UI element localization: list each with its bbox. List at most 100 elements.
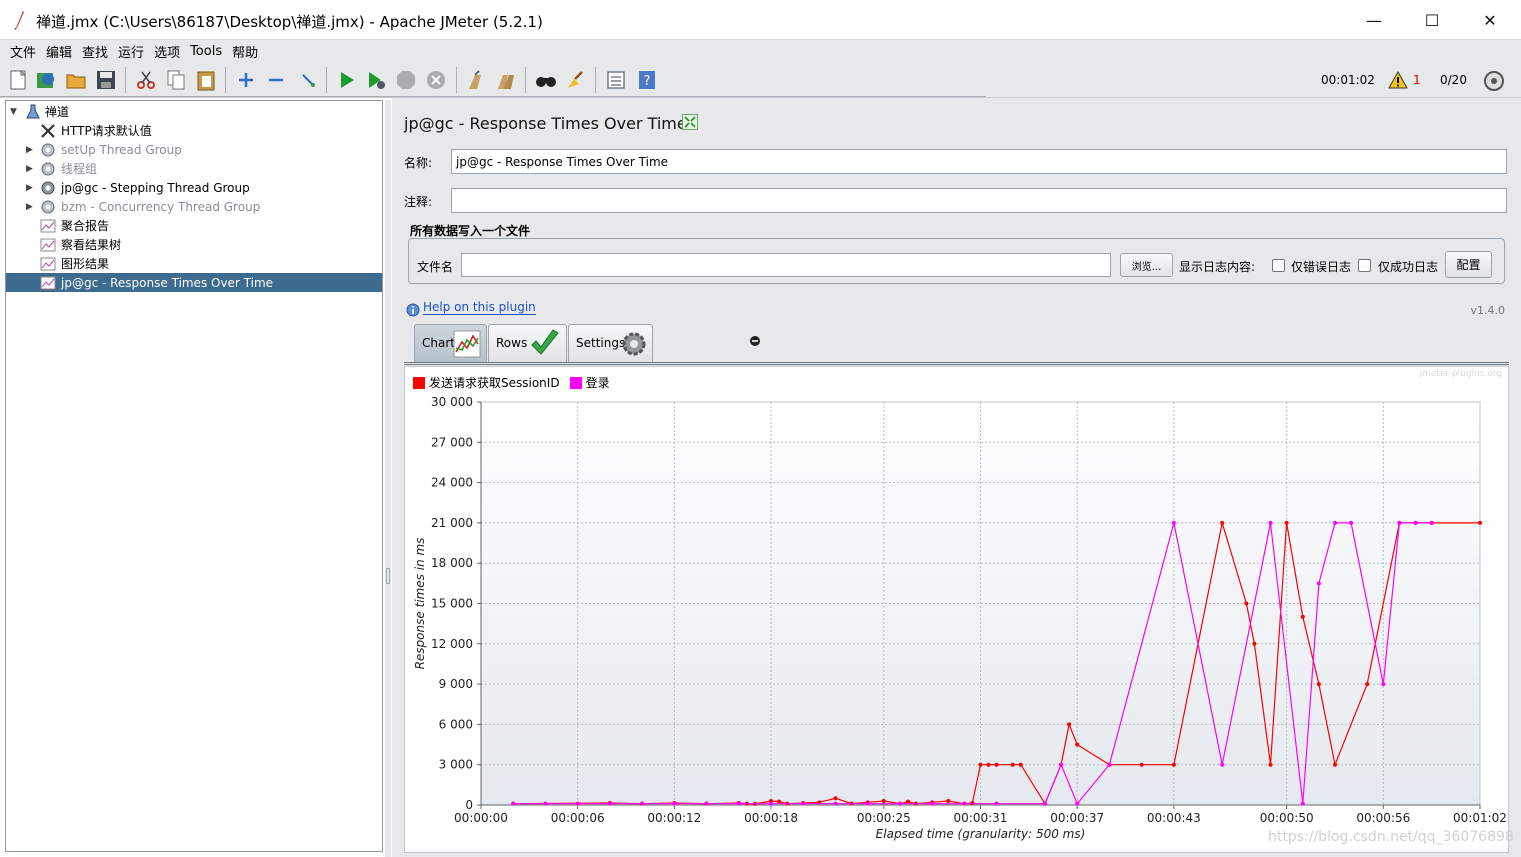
data-point-1 (769, 801, 774, 806)
data-point-0 (1300, 614, 1305, 619)
panel-splitter[interactable] (385, 100, 391, 857)
collapse-arrow-icon[interactable]: ▶ (26, 164, 33, 174)
clear-all-icon[interactable] (495, 69, 517, 91)
tree-item-thread-group[interactable]: ▶ 线程组 (6, 159, 382, 178)
tree-item-concurrency-thread-group[interactable]: ▶ bzm - Concurrency Thread Group (6, 197, 382, 216)
paste-icon[interactable] (195, 69, 217, 91)
tree-item-http-defaults[interactable]: HTTP请求默认值 (6, 121, 382, 140)
name-input[interactable]: jp@gc - Response Times Over Time (451, 149, 1507, 174)
data-point-0 (1284, 520, 1289, 525)
x-tick-label: 00:00:12 (647, 811, 701, 825)
chart-tab-icon (453, 330, 481, 358)
cut-icon[interactable] (135, 69, 157, 91)
gear-icon (41, 181, 55, 194)
y-tick-label: 9 000 (439, 677, 473, 691)
splitter-grip[interactable] (386, 568, 390, 584)
data-point-1 (640, 801, 645, 806)
close-button[interactable]: ✕ (1461, 0, 1519, 40)
y-tick-label: 0 (465, 798, 473, 812)
start-no-pauses-icon[interactable] (365, 69, 387, 91)
toolbar-separator (595, 67, 596, 93)
success-only-checkbox[interactable] (1358, 259, 1371, 272)
expand-all-icon[interactable] (235, 69, 257, 91)
data-point-0 (1067, 722, 1072, 727)
menu-file[interactable]: 文件 (10, 42, 36, 61)
tree-item-test-plan[interactable]: ▼ 禅道 (6, 102, 382, 121)
data-point-1 (1381, 682, 1386, 687)
data-point-0 (1010, 762, 1015, 767)
configure-button[interactable]: 配置 (1445, 251, 1492, 278)
tree-item-aggregate-report[interactable]: 聚合报告 (6, 216, 382, 235)
tree-item-stepping-thread-group[interactable]: ▶ jp@gc - Stepping Thread Group (6, 178, 382, 197)
data-point-1 (865, 801, 870, 806)
search-binoculars-icon[interactable] (535, 69, 557, 91)
help-plugin-link[interactable]: Help on this plugin (423, 300, 536, 315)
tab-chart[interactable]: Chart (414, 324, 487, 362)
tree-item-graph-results[interactable]: 图形结果 (6, 254, 382, 273)
file-group-title: 所有数据写入一个文件 (410, 224, 531, 238)
x-tick-label: 00:00:50 (1260, 811, 1314, 825)
data-point-1 (543, 801, 548, 806)
chart-canvas: 0 3 000 6 000 9 000 12 000 15 000 18 000 21 000… (413, 395, 1507, 841)
toolbar-separator (326, 67, 327, 93)
y-tick-label: 3 000 (439, 758, 473, 772)
warning-icon[interactable] (1388, 71, 1408, 89)
errors-only-checkbox[interactable] (1272, 259, 1285, 272)
tab-settings[interactable]: Settings (568, 324, 653, 362)
reset-search-icon[interactable] (565, 69, 587, 91)
tree-item-response-times-over-time[interactable]: jp@gc - Response Times Over Time (6, 273, 382, 292)
menu-search[interactable]: 查找 (82, 42, 108, 61)
page-watermark: https://blog.csdn.net/qq_36076898 (1268, 829, 1514, 845)
run-status-icon (1484, 71, 1504, 91)
y-tick-label: 21 000 (431, 516, 473, 530)
shutdown-icon[interactable] (425, 69, 447, 91)
function-helper-icon[interactable] (605, 69, 627, 91)
menu-run[interactable]: 运行 (118, 42, 144, 61)
browse-button[interactable]: 浏览... (1120, 253, 1173, 277)
save-icon[interactable] (95, 69, 117, 91)
window-title-bar: 禅道.jmx (C:\Users\86187\Desktop\禅道.jmx) -… (0, 0, 1521, 40)
clear-icon[interactable] (465, 69, 487, 91)
x-tick-label: 00:00:37 (1050, 811, 1104, 825)
collapse-arrow-icon[interactable]: ▶ (26, 183, 33, 193)
data-point-1 (962, 801, 967, 806)
tree-item-setup-thread-group[interactable]: ▶ setUp Thread Group (6, 140, 382, 159)
collapse-all-icon[interactable] (265, 69, 287, 91)
open-folder-icon[interactable] (65, 69, 87, 91)
filename-input[interactable] (461, 253, 1111, 277)
menu-edit[interactable]: 编辑 (46, 42, 72, 61)
templates-icon[interactable] (35, 69, 57, 91)
jmeter-feather-icon (14, 11, 24, 30)
new-file-icon[interactable] (7, 69, 29, 91)
toggle-icon[interactable] (297, 69, 319, 91)
menu-tools[interactable]: Tools (190, 44, 222, 59)
maximize-button[interactable]: ☐ (1403, 0, 1461, 40)
y-tick-label: 24 000 (431, 476, 473, 490)
menu-options[interactable]: 选项 (154, 42, 180, 61)
menu-help[interactable]: 帮助 (232, 42, 258, 61)
tree-item-view-results-tree[interactable]: 察看结果树 (6, 235, 382, 254)
comment-input[interactable] (451, 188, 1507, 213)
listener-icon (40, 219, 56, 232)
maximize-chart-icon[interactable] (682, 114, 698, 130)
data-point-0 (1171, 762, 1176, 767)
element-config-panel: jp@gc - Response Times Over Time 名称: jp@… (392, 98, 1521, 857)
minimize-button[interactable]: — (1345, 0, 1403, 40)
svg-text:?: ? (644, 74, 651, 89)
settings-gear-icon (622, 332, 646, 356)
start-icon[interactable] (336, 69, 358, 91)
collapse-arrow-icon[interactable]: ▶ (26, 145, 33, 155)
data-point-1 (736, 801, 741, 806)
expand-arrow-icon[interactable]: ▼ (10, 107, 17, 117)
stop-icon[interactable] (395, 69, 417, 91)
data-point-1 (1316, 581, 1321, 586)
copy-icon[interactable] (165, 69, 187, 91)
x-tick-label: 00:00:18 (744, 811, 798, 825)
data-point-0 (1252, 641, 1257, 646)
help-icon[interactable]: ? (636, 69, 658, 91)
info-icon (406, 303, 420, 317)
data-point-1 (704, 801, 709, 806)
collapse-circle-icon[interactable] (749, 335, 761, 347)
collapse-arrow-icon[interactable]: ▶ (26, 202, 33, 212)
tab-rows[interactable]: Rows (488, 324, 567, 362)
